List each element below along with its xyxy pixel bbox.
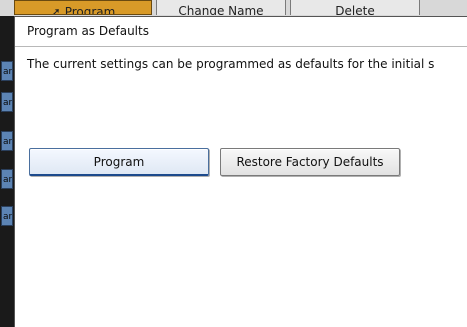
dialog-message: The current settings can be programmed a… bbox=[27, 57, 435, 71]
background-list-item[interactable]: ar bbox=[1, 169, 13, 189]
tab-delete[interactable]: Delete bbox=[290, 0, 420, 15]
background-list-item[interactable]: ar bbox=[1, 206, 13, 226]
tab-program[interactable]: ➚ Program bbox=[14, 0, 152, 15]
background-list-item[interactable]: ar bbox=[1, 92, 13, 112]
dialog-title: Program as Defaults bbox=[27, 24, 149, 38]
tab-delete-label: Delete bbox=[335, 4, 375, 15]
background-list-item[interactable]: ar bbox=[1, 131, 13, 151]
background-item-column: ar ar ar ar ar bbox=[0, 16, 14, 327]
tab-strip: ➚ Program Change Name Delete bbox=[0, 0, 467, 17]
program-icon: ➚ bbox=[50, 5, 61, 15]
background-list-item[interactable]: ar bbox=[1, 61, 13, 81]
dialog-title-bar: Program as Defaults bbox=[15, 17, 467, 47]
restore-factory-defaults-button[interactable]: Restore Factory Defaults bbox=[220, 148, 400, 176]
tab-change-name-label: Change Name bbox=[178, 4, 264, 15]
program-defaults-dialog: Program as Defaults The current settings… bbox=[14, 16, 467, 327]
program-button[interactable]: Program bbox=[29, 148, 209, 176]
tab-change-name[interactable]: Change Name bbox=[156, 0, 286, 15]
tab-program-label: Program bbox=[64, 5, 116, 15]
